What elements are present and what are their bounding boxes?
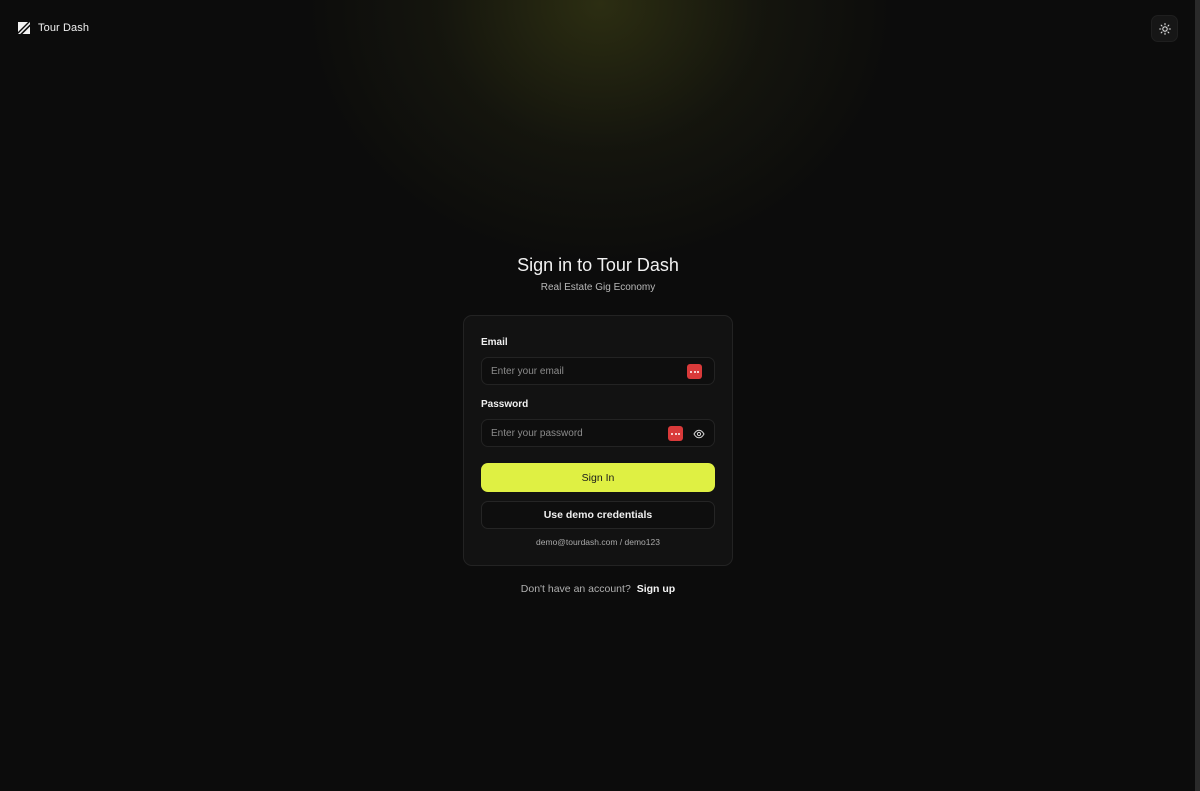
sign-in-card: Email Password Sign (463, 315, 733, 566)
page-scrollbar[interactable] (1195, 0, 1200, 791)
eye-icon (693, 429, 705, 439)
pw-manager-dot (693, 371, 696, 373)
email-field-wrapper (481, 357, 715, 385)
pw-manager-dot (671, 433, 673, 435)
password-field-wrapper (481, 419, 715, 447)
email-input[interactable] (482, 358, 714, 384)
show-password-button[interactable] (692, 427, 706, 441)
demo-credentials-hint: demo@tourdash.com / demo123 (536, 537, 660, 547)
page-title: Sign in to Tour Dash (517, 255, 679, 275)
tour-dash-logo-icon (18, 22, 30, 34)
pw-manager-dot (697, 371, 699, 373)
password-manager-icon[interactable] (668, 426, 683, 441)
use-demo-credentials-button[interactable]: Use demo credentials (481, 501, 715, 529)
password-label: Password (481, 399, 529, 410)
signup-prompt-text: Don't have an account? (520, 583, 631, 595)
sign-in-button[interactable]: Sign In (481, 463, 715, 492)
login-page: Tour Dash Sign in to Tour Dash Real Esta… (0, 0, 1200, 791)
pw-manager-dot (690, 371, 692, 373)
sun-icon (1158, 22, 1171, 35)
brand-link[interactable]: Tour Dash (17, 21, 89, 35)
background-glow (310, 0, 890, 260)
brand-name: Tour Dash (38, 22, 90, 34)
email-label: Email (481, 337, 508, 348)
page-subtitle: Real Estate Gig Economy (540, 282, 656, 293)
pw-manager-dot (678, 433, 680, 435)
sign-up-link[interactable]: Sign up (637, 583, 676, 595)
password-manager-icon[interactable] (687, 364, 702, 379)
pw-manager-dot (674, 433, 677, 435)
theme-toggle-button[interactable] (1151, 15, 1178, 42)
signup-prompt-row: Don't have an account? Sign up (0, 583, 1196, 595)
